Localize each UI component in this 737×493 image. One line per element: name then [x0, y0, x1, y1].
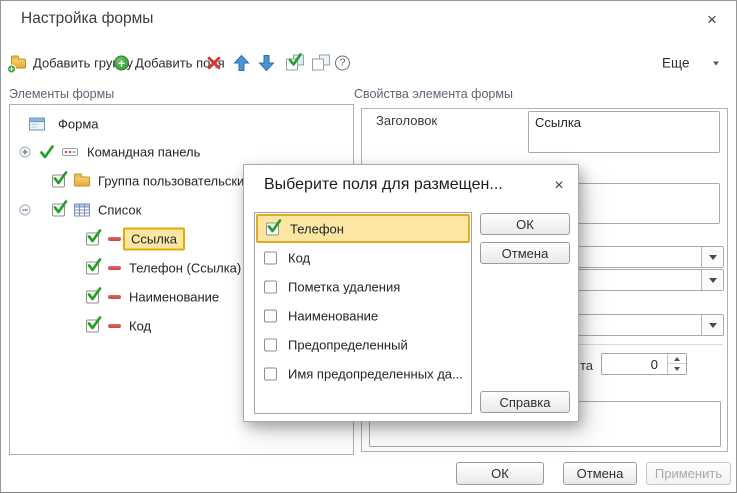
uncheck-all-button[interactable]	[311, 55, 331, 72]
form-settings-window: Настройка формы × + Добавить группу + До…	[0, 0, 737, 493]
dropdown-arrow-button[interactable]	[701, 270, 723, 290]
check-all-icon	[285, 55, 305, 72]
dialog-cancel-button[interactable]: Отмена	[480, 242, 570, 264]
remove-dash-icon	[108, 237, 121, 241]
stepper-buttons	[667, 354, 686, 374]
properties-header: Свойства элемента формы	[354, 87, 513, 101]
window-title: Настройка формы	[21, 10, 153, 28]
checkbox-unchecked[interactable]	[264, 280, 277, 293]
dialog-ok-button[interactable]: ОК	[480, 213, 570, 235]
tree-label-form: Форма	[58, 117, 99, 132]
stepper-down-button[interactable]	[668, 364, 686, 374]
checkbox-unchecked[interactable]	[264, 367, 277, 380]
field-label: Телефон	[290, 221, 344, 236]
expand-plus-icon[interactable]	[19, 146, 31, 158]
field-row-predefined[interactable]: Предопределенный	[256, 330, 470, 359]
plus-badge-icon: +	[7, 64, 16, 73]
field-row-predefined-data-name[interactable]: Имя предопределенных да...	[256, 359, 470, 388]
toolbar: + Добавить группу + Добавить поля	[1, 47, 736, 79]
move-up-button[interactable]	[233, 54, 250, 72]
tree-label-command-bar: Командная панель	[87, 145, 200, 160]
command-bar-icon	[62, 148, 78, 156]
dropdown-arrow-button[interactable]	[701, 315, 723, 335]
remove-dash-icon	[108, 324, 121, 328]
folder-icon	[74, 175, 91, 188]
checkbox-checked[interactable]	[52, 175, 65, 188]
field-row-deletion-mark[interactable]: Пометка удаления	[256, 272, 470, 301]
field-label: Пометка удаления	[288, 279, 400, 294]
remove-dash-icon	[108, 266, 121, 270]
dialog-close-icon[interactable]: ×	[547, 174, 571, 198]
window-close-icon[interactable]: ×	[700, 8, 724, 32]
plus-circle-icon: +	[114, 56, 129, 71]
apply-button[interactable]: Применить	[646, 462, 731, 485]
checkbox-checked[interactable]	[52, 204, 65, 217]
field-row-code[interactable]: Код	[256, 243, 470, 272]
ok-button[interactable]: ОК	[456, 462, 544, 485]
chevron-down-icon	[709, 323, 717, 328]
help-button[interactable]: ?	[335, 56, 350, 71]
add-group-folder-icon: +	[9, 56, 27, 70]
checkbox-checked[interactable]	[86, 233, 99, 246]
dialog-title: Выберите поля для размещен...	[264, 176, 503, 194]
title-input[interactable]: Ссылка	[528, 111, 720, 153]
tree-label-user-group: Группа пользовательских	[98, 174, 251, 189]
fields-listbox: Телефон Код Пометка удаления Наименовани…	[254, 212, 472, 414]
stepper-up-button[interactable]	[668, 354, 686, 364]
delete-x-icon	[206, 56, 222, 71]
cancel-button[interactable]: Отмена	[563, 462, 637, 485]
height-stepper[interactable]: 0	[601, 353, 687, 375]
triangle-down-icon	[674, 367, 680, 371]
more-label: Еще	[662, 56, 689, 71]
field-label: Наименование	[288, 308, 378, 323]
select-fields-dialog: Выберите поля для размещен... × Телефон …	[243, 164, 579, 422]
arrow-down-icon	[258, 54, 275, 72]
checkbox-checked[interactable]	[266, 222, 279, 235]
triangle-up-icon	[674, 357, 680, 361]
dialog-help-button[interactable]: Справка	[480, 391, 570, 413]
checkbox-unchecked[interactable]	[264, 309, 277, 322]
title-property-label: Заголовок	[376, 113, 437, 128]
field-row-phone[interactable]: Телефон	[256, 214, 470, 243]
form-icon	[29, 118, 45, 131]
field-row-name[interactable]: Наименование	[256, 301, 470, 330]
checkbox-checked[interactable]	[86, 320, 99, 333]
field-label: Предопределенный	[288, 337, 408, 352]
more-arrow-icon	[713, 61, 719, 65]
arrow-up-icon	[233, 54, 250, 72]
title-input-value: Ссылка	[535, 115, 581, 130]
tree-label-code: Код	[129, 319, 151, 334]
height-property-label: та	[580, 358, 593, 373]
field-label: Код	[288, 250, 310, 265]
visible-check-icon[interactable]	[39, 145, 55, 160]
checkbox-unchecked[interactable]	[264, 251, 277, 264]
tree-label-list: Список	[98, 203, 141, 218]
elements-header: Элементы формы	[9, 87, 114, 101]
tree-row-command-bar[interactable]: Командная панель	[10, 141, 353, 163]
tree-row-form[interactable]: Форма	[10, 113, 353, 135]
field-label: Имя предопределенных да...	[288, 366, 463, 381]
move-down-button[interactable]	[258, 54, 275, 72]
help-icon: ?	[335, 56, 350, 71]
chevron-down-icon	[709, 255, 717, 260]
checkbox-unchecked[interactable]	[264, 338, 277, 351]
check-all-button[interactable]	[285, 55, 305, 72]
uncheck-all-icon	[311, 55, 331, 72]
height-value: 0	[602, 354, 662, 374]
delete-button[interactable]	[206, 56, 222, 71]
dropdown-arrow-button[interactable]	[701, 247, 723, 267]
collapse-minus-icon[interactable]	[19, 204, 31, 216]
tree-label-link-selected: Ссылка	[123, 228, 185, 251]
tree-label-phone: Телефон (Ссылка)	[129, 261, 241, 276]
checkbox-checked[interactable]	[86, 262, 99, 275]
chevron-down-icon	[709, 278, 717, 283]
checkbox-checked[interactable]	[86, 291, 99, 304]
tree-label-name: Наименование	[129, 290, 219, 305]
remove-dash-icon	[108, 295, 121, 299]
table-icon	[74, 204, 90, 217]
more-button[interactable]: Еще	[662, 56, 719, 71]
